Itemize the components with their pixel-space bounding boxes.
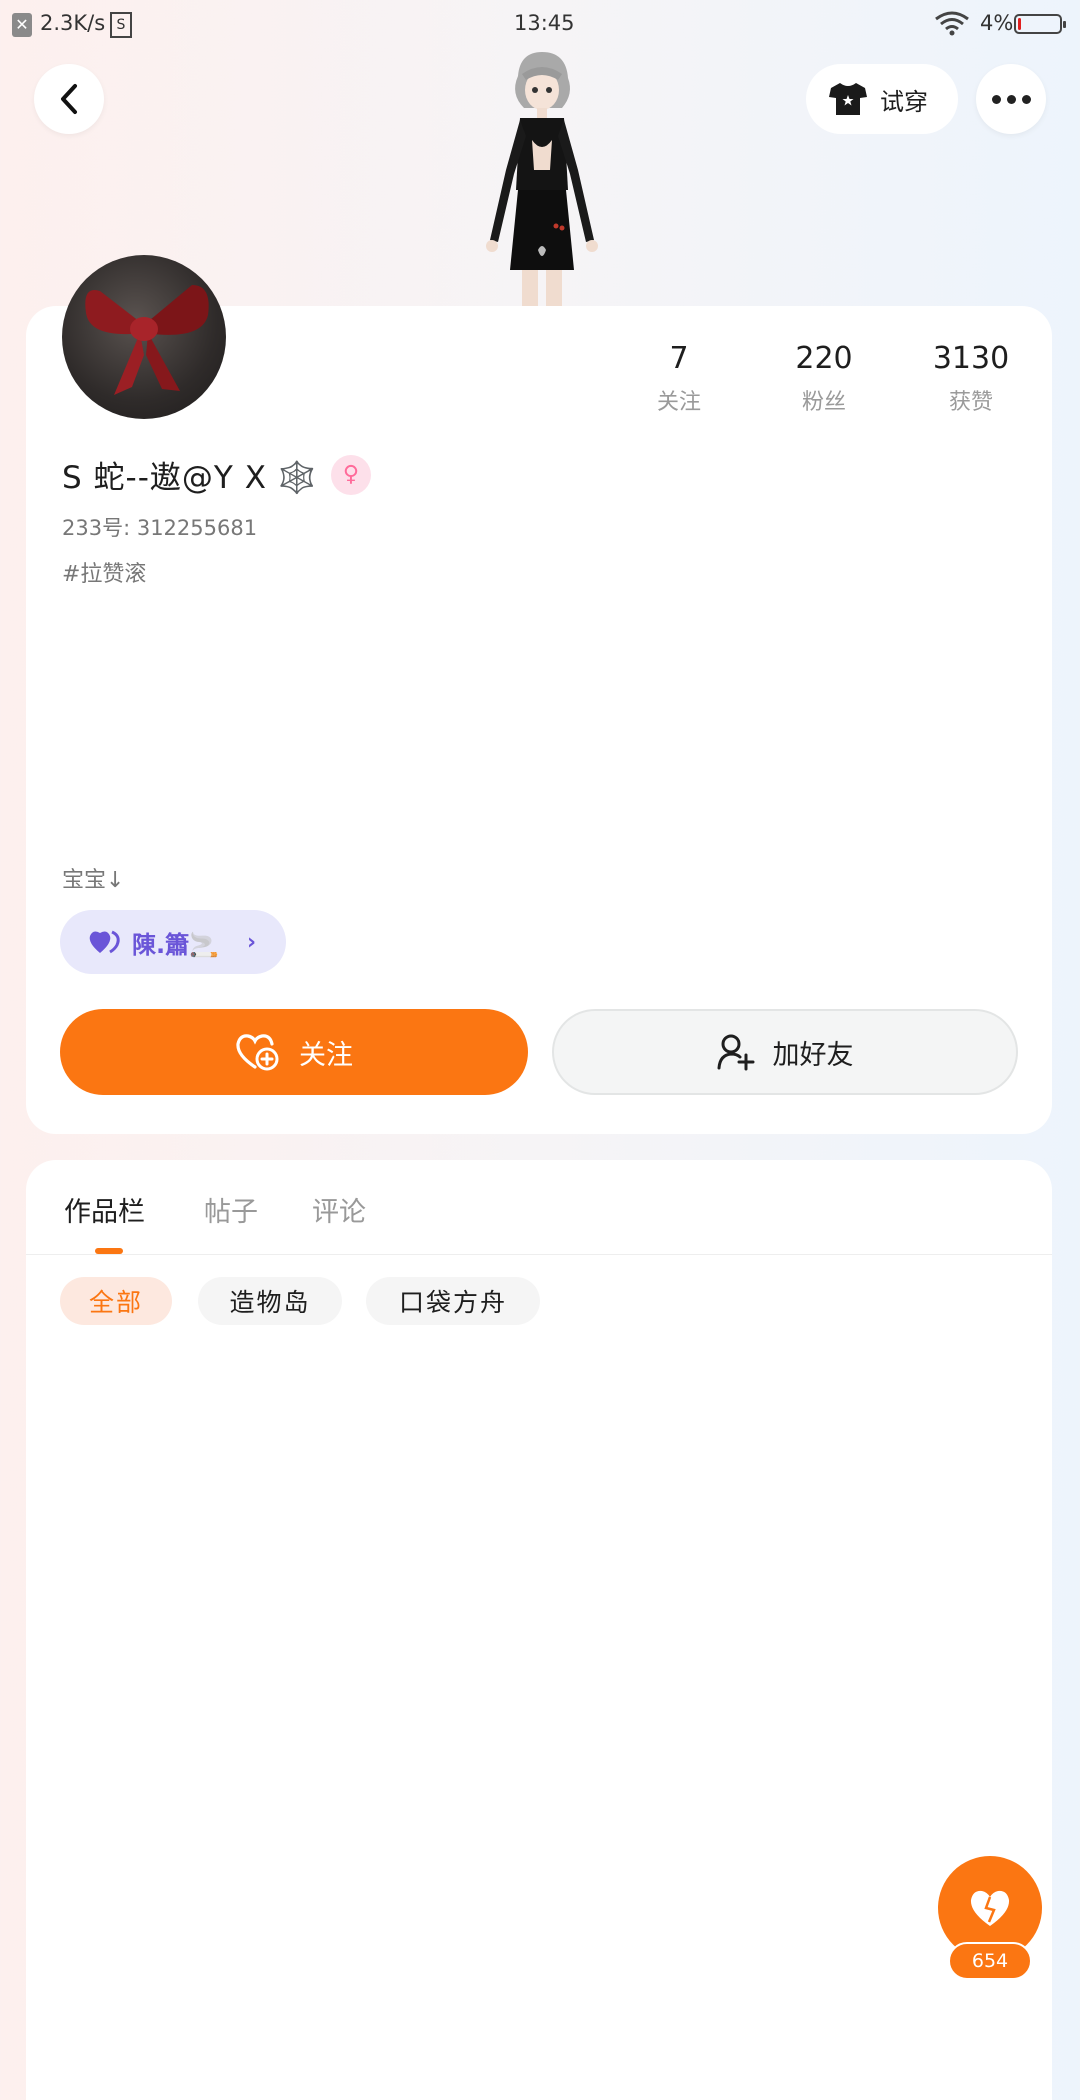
back-button[interactable] — [34, 64, 104, 134]
clock: 13:45 — [514, 11, 575, 35]
notification-icon: ✕ — [12, 13, 32, 37]
nickname: S 蛇--遨@Y X 🕸️ — [62, 460, 318, 496]
wifi-icon — [935, 11, 969, 36]
add-friend-label: 加好友 — [772, 1039, 854, 1071]
avatar-character[interactable] — [462, 50, 622, 308]
s-app-icon: S — [110, 12, 132, 38]
user-id: 233号: 312255681 — [62, 516, 258, 540]
nickname-row: S 蛇--遨@Y X 🕸️ ♀ — [62, 452, 372, 497]
follow-label: 关注 — [299, 1039, 353, 1071]
network-speed: 2.3K/s — [40, 11, 106, 35]
try-on-button[interactable]: 试穿 — [806, 64, 958, 134]
stat-fans[interactable]: 220 粉丝 — [754, 342, 894, 416]
chevron-right-icon: › — [247, 929, 257, 955]
stat-following-value: 7 — [669, 341, 689, 376]
avatar[interactable] — [62, 255, 226, 419]
more-dots-icon — [991, 94, 1031, 104]
divider — [26, 1254, 1052, 1255]
profile-tag[interactable]: #拉赞滚 — [62, 556, 146, 588]
follow-button[interactable]: 关注 — [60, 1009, 528, 1095]
filter-pocket-ark[interactable]: 口袋方舟 — [366, 1277, 540, 1325]
tab-posts[interactable]: 帖子 — [204, 1190, 258, 1229]
filter-all[interactable]: 全部 — [60, 1277, 172, 1325]
heart-icon — [89, 930, 120, 954]
stat-following[interactable]: 7 关注 — [609, 342, 749, 416]
female-gender-icon: ♀ — [331, 454, 372, 495]
stat-likes[interactable]: 3130 获赞 — [901, 342, 1041, 416]
more-button[interactable] — [976, 64, 1046, 134]
tab-comments[interactable]: 评论 — [312, 1190, 366, 1229]
bow-image — [85, 285, 209, 395]
battery-percent: 4% — [980, 11, 1014, 35]
tshirt-icon — [829, 83, 867, 115]
add-user-icon — [717, 1034, 754, 1071]
add-friend-button[interactable]: 加好友 — [552, 1009, 1018, 1095]
try-on-label: 试穿 — [880, 87, 928, 116]
stat-likes-value: 3130 — [932, 341, 1010, 376]
stat-following-label: 关注 — [656, 390, 701, 415]
bio: 宝宝↓ — [62, 868, 125, 893]
fan-link-name: 陳.簫🚬 — [132, 930, 219, 959]
back-arrow-icon — [61, 84, 77, 114]
battery-icon — [1014, 14, 1066, 34]
like-count: 654 — [948, 1942, 1032, 1980]
filter-creation-island[interactable]: 造物岛 — [198, 1277, 342, 1325]
stat-likes-label: 获赞 — [948, 390, 993, 415]
stat-fans-label: 粉丝 — [801, 390, 846, 415]
battery-level — [1018, 18, 1021, 30]
heart-icon — [970, 1890, 1010, 1926]
stat-fans-value: 220 — [795, 341, 853, 376]
heart-plus-icon — [236, 1034, 279, 1071]
tab-works[interactable]: 作品栏 — [64, 1190, 145, 1229]
fan-link-chip[interactable]: 陳.簫🚬 › — [60, 910, 286, 974]
status-bar: ✕ 2.3K/s S 13:45 4% — [0, 0, 1080, 50]
